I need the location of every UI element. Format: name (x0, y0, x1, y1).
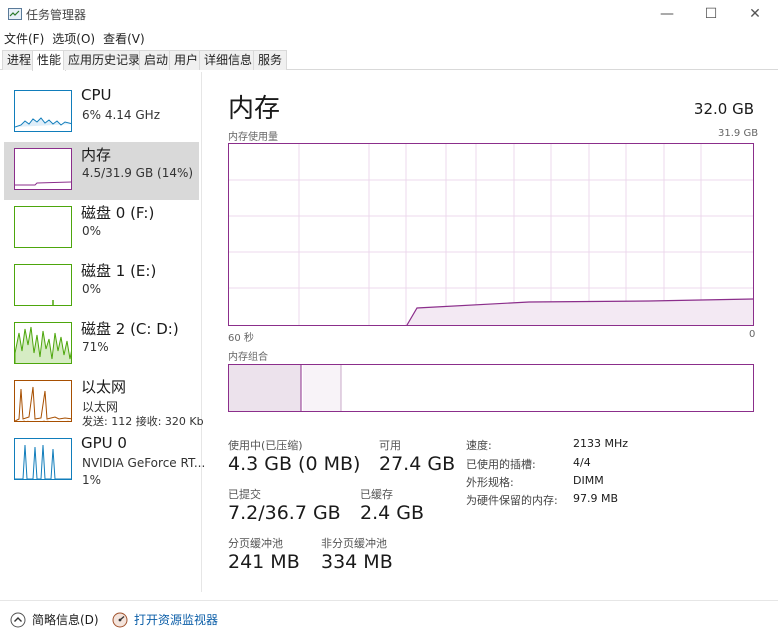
gpu-thumbnail-graph (14, 438, 72, 480)
tab-app-history[interactable]: 应用历史记录 (63, 50, 146, 70)
sidebar-item-disk-1[interactable]: 磁盘 1 (E:) 0% (4, 258, 199, 316)
sidebar-item-value: 71% (82, 340, 109, 354)
sidebar-item-memory[interactable]: 内存 4.5/31.9 GB (14%) (4, 142, 199, 200)
menu-file[interactable]: 文件(F) (0, 28, 48, 48)
composition-label: 内存组合 (228, 352, 268, 363)
usage-graph-label: 内存使用量 (228, 132, 278, 143)
minimize-button[interactable]: — (652, 4, 682, 24)
close-button[interactable]: ✕ (740, 4, 770, 24)
paged-pool-value: 241 MB (228, 551, 300, 573)
minimize-icon: — (660, 6, 674, 22)
sidebar-item-disk-0[interactable]: 磁盘 0 (F:) 0% (4, 200, 199, 258)
sidebar-item-value: 4.5/31.9 GB (14%) (82, 166, 194, 180)
menu-view[interactable]: 查看(V) (99, 28, 149, 48)
total-memory: 32.0 GB (693, 100, 754, 118)
cpu-thumbnail-graph (14, 90, 72, 132)
speed-value: 2133 MHz (573, 437, 629, 450)
form-factor-value: DIMM (573, 474, 604, 487)
committed-label: 已提交 (228, 488, 261, 501)
available-label: 可用 (379, 439, 401, 452)
cached-label: 已缓存 (360, 488, 393, 501)
hardware-reserved-value: 97.9 MB (573, 492, 619, 505)
hardware-reserved-label: 为硬件保留的内存: (466, 494, 558, 507)
disk-0-thumbnail-graph (14, 206, 72, 248)
resource-monitor-icon (112, 612, 128, 627)
tab-strip: 进程 性能 应用历史记录 启动 用户 详细信息 服务 (0, 50, 778, 71)
maximize-button[interactable]: ☐ (696, 4, 726, 24)
nonpaged-pool-label: 非分页缓冲池 (321, 537, 387, 550)
menu-options[interactable]: 选项(O) (48, 28, 99, 48)
slots-label: 已使用的插槽: (466, 458, 536, 471)
cached-value: 2.4 GB (360, 502, 425, 524)
slots-value: 4/4 (573, 456, 591, 469)
sidebar-item-sub-label: NVIDIA GeForce RT... (82, 456, 206, 470)
sidebar-item-ethernet[interactable]: 以太网 以太网 发送: 112 接收: 320 Kb (4, 374, 204, 432)
page-title: 内存 (228, 94, 281, 124)
form-factor-label: 外形规格: (466, 476, 514, 489)
window-title: 任务管理器 (26, 8, 87, 22)
brief-info-label: 简略信息(D) (32, 613, 99, 627)
in-use-label: 使用中(已压缩) (228, 439, 303, 452)
memory-composition-bar (228, 364, 754, 412)
sidebar-item-value: 1% (82, 473, 102, 487)
footer-bar: 简略信息(D) 打开资源监视器 (0, 600, 778, 641)
sidebar-item-gpu-0[interactable]: GPU 0 NVIDIA GeForce RT... 1% (4, 432, 205, 490)
sidebar-item-value: 0% (82, 282, 102, 296)
in-use-value: 4.3 GB (0 MB) (228, 453, 361, 475)
open-resource-monitor-label: 打开资源监视器 (134, 613, 219, 627)
sidebar-item-value: 6% 4.14 GHz (82, 108, 161, 122)
performance-sidebar: CPU 6% 4.14 GHz 内存 4.5/31.9 GB (14%) 磁盘 … (0, 72, 205, 592)
task-manager-icon (8, 8, 22, 20)
sidebar-item-label: GPU 0 (81, 434, 127, 452)
open-resource-monitor-link[interactable]: 打开资源监视器 (112, 611, 218, 628)
tab-processes[interactable]: 进程 (2, 50, 37, 70)
paged-pool-label: 分页缓冲池 (228, 537, 283, 550)
usage-graph-max: 31.9 GB (718, 128, 759, 139)
sidebar-item-value: 0% (82, 224, 102, 238)
graph-axis-left: 60 秒 (228, 333, 254, 344)
ethernet-thumbnail-graph (14, 380, 72, 422)
sidebar-item-label: 磁盘 0 (F:) (81, 204, 155, 222)
tab-details[interactable]: 详细信息 (199, 50, 258, 70)
sidebar-item-label: 磁盘 2 (C: D:) (81, 320, 179, 338)
maximize-icon: ☐ (704, 6, 718, 22)
menu-bar: 文件(F) 选项(O) 查看(V) (0, 28, 149, 48)
tab-startup[interactable]: 启动 (139, 50, 174, 70)
sidebar-item-label: 内存 (81, 146, 112, 164)
nonpaged-pool-value: 334 MB (321, 551, 393, 573)
sidebar-item-disk-2[interactable]: 磁盘 2 (C: D:) 71% (4, 316, 199, 374)
sidebar-item-value: 发送: 112 接收: 320 Kb (82, 415, 204, 428)
speed-label: 速度: (466, 439, 492, 452)
available-value: 27.4 GB (379, 453, 456, 475)
memory-thumbnail-graph (14, 148, 72, 190)
title-bar: 任务管理器 — ☐ ✕ (0, 0, 778, 28)
memory-usage-graph (228, 143, 754, 326)
sidebar-item-cpu[interactable]: CPU 6% 4.14 GHz (4, 84, 199, 142)
tab-services[interactable]: 服务 (253, 50, 288, 70)
sidebar-item-label: 以太网 (81, 378, 127, 396)
disk-1-thumbnail-graph (14, 264, 72, 306)
committed-value: 7.2/36.7 GB (228, 502, 341, 524)
brief-info-button[interactable]: 简略信息(D) (10, 611, 99, 628)
collapse-up-icon (10, 612, 26, 627)
sidebar-item-label: 磁盘 1 (E:) (81, 262, 157, 280)
tab-users[interactable]: 用户 (169, 50, 204, 70)
sidebar-item-label: CPU (81, 86, 112, 104)
graph-axis-right: 0 (749, 329, 756, 340)
disk-2-thumbnail-graph (14, 322, 72, 364)
close-icon: ✕ (749, 6, 761, 22)
tab-performance[interactable]: 性能 (32, 50, 67, 71)
